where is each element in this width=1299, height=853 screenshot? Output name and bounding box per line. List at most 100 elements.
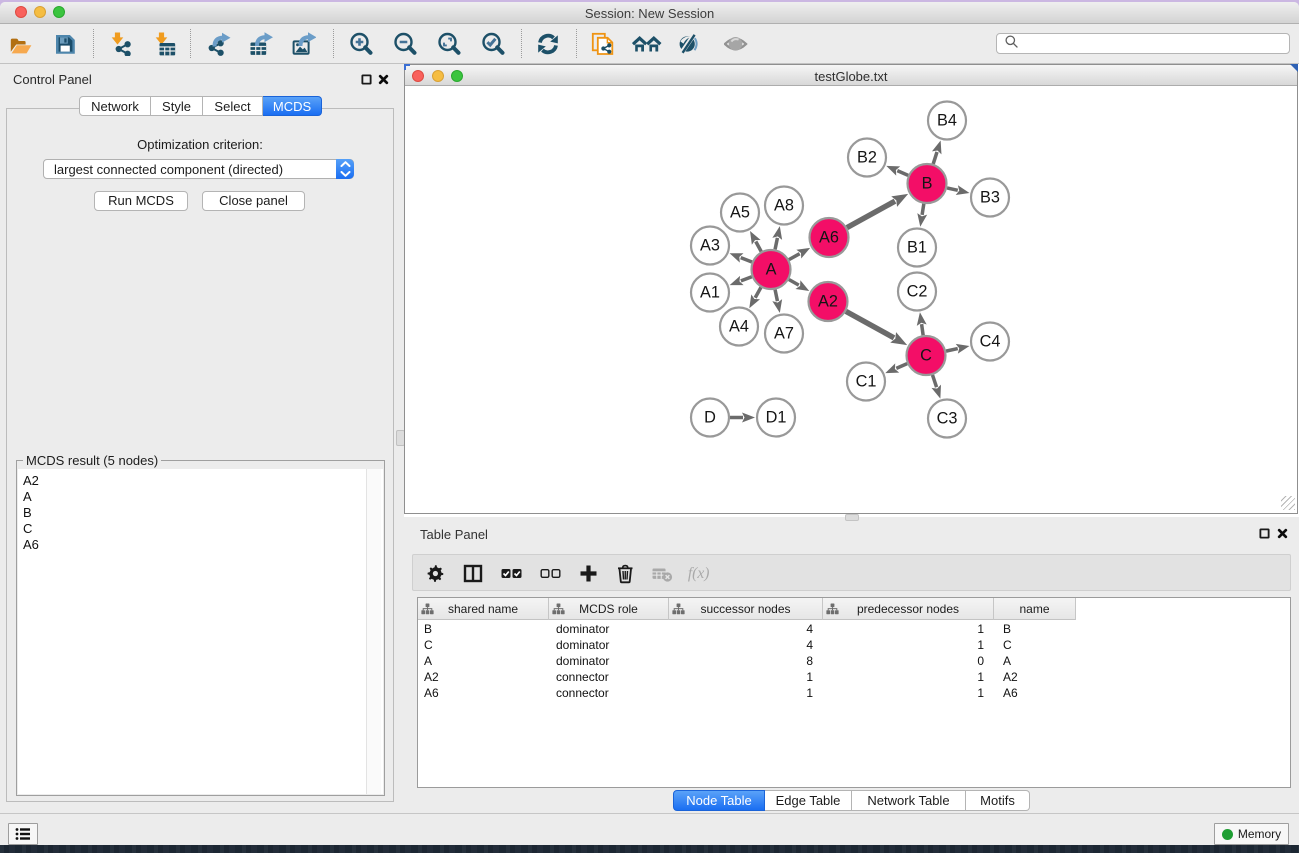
graph-edge-A-A7[interactable] — [772, 290, 782, 313]
zoom-fit-button[interactable] — [432, 24, 466, 64]
search-input[interactable] — [1023, 37, 1289, 51]
close-panel-button[interactable]: Close panel — [202, 191, 305, 211]
graph-node-A[interactable]: A — [752, 250, 791, 289]
graph-node-B1[interactable]: B1 — [898, 229, 936, 267]
zoom-out-button[interactable] — [388, 24, 422, 64]
hide-selected-button[interactable] — [673, 24, 707, 64]
column-header-shared-name[interactable]: shared name — [418, 598, 549, 620]
graph-node-B3[interactable]: B3 — [971, 179, 1009, 217]
save-session-button[interactable] — [48, 24, 82, 64]
tab-motifs[interactable]: Motifs — [966, 790, 1030, 811]
node-table[interactable]: shared nameMCDS rolesuccessor nodesprede… — [417, 597, 1291, 788]
column-header-name[interactable]: name — [994, 598, 1076, 620]
graph-edge-C-C3[interactable] — [932, 375, 941, 399]
import-network-button[interactable] — [104, 24, 138, 64]
select-all-button[interactable] — [495, 555, 527, 591]
graph-node-C3[interactable]: C3 — [928, 400, 966, 438]
result-item[interactable]: A2 — [18, 473, 383, 489]
result-item[interactable]: C — [18, 521, 383, 537]
delete-table-button[interactable] — [646, 555, 678, 591]
graph-node-D[interactable]: D — [691, 399, 729, 437]
graph-edge-A-A1[interactable] — [730, 276, 752, 285]
graph-node-A1[interactable]: A1 — [691, 274, 729, 312]
network-graph-canvas[interactable]: B4B2BB3A8A5A6A3B1AC2A1A2A4A7C4CC1C3DD1 — [405, 87, 1297, 512]
deselect-all-button[interactable] — [534, 555, 566, 591]
graph-edge-A2-C[interactable] — [846, 311, 907, 345]
mcds-result-list[interactable]: A2ABCA6 — [18, 469, 383, 794]
tab-select[interactable]: Select — [203, 96, 263, 116]
graph-node-D1[interactable]: D1 — [757, 399, 795, 437]
horizontal-split-handle[interactable] — [845, 514, 859, 521]
optimization-dropdown[interactable]: largest connected component (directed) — [43, 159, 354, 179]
table-row-A2[interactable]: A2connector11A2 — [418, 669, 1290, 685]
graph-edge-A-A8[interactable] — [772, 226, 782, 249]
graph-node-A6[interactable]: A6 — [810, 218, 849, 257]
split-view-button[interactable] — [457, 555, 489, 591]
network-window-titlebar[interactable]: testGlobe.txt — [405, 65, 1297, 86]
graph-node-C1[interactable]: C1 — [847, 363, 885, 401]
graph-node-B2[interactable]: B2 — [848, 139, 886, 177]
graph-edge-A-A2[interactable] — [789, 280, 809, 291]
export-image-button[interactable] — [287, 24, 321, 64]
export-table-button[interactable] — [244, 24, 278, 64]
graph-edge-C-C1[interactable] — [885, 363, 907, 373]
graph-node-A7[interactable]: A7 — [765, 315, 803, 353]
refresh-button[interactable] — [531, 24, 565, 64]
tab-edge-table[interactable]: Edge Table — [765, 790, 852, 811]
memory-button[interactable]: Memory — [1214, 823, 1289, 845]
table-row-B[interactable]: Bdominator41B — [418, 621, 1290, 637]
graph-edge-C-C4[interactable] — [946, 344, 969, 354]
graph-node-C2[interactable]: C2 — [898, 273, 936, 311]
graph-edge-A6-B[interactable] — [847, 194, 908, 228]
graph-edge-B-B1[interactable] — [917, 204, 927, 227]
show-selected-button[interactable] — [719, 24, 753, 64]
clone-network-button[interactable] — [586, 24, 620, 64]
show-all-button[interactable] — [629, 24, 665, 64]
graph-edge-A-A6[interactable] — [789, 248, 810, 260]
open-session-button[interactable] — [4, 24, 38, 64]
column-header-MCDS-role[interactable]: MCDS role — [549, 598, 669, 620]
graph-edge-D-D1[interactable] — [730, 413, 755, 423]
result-item[interactable]: A — [18, 489, 383, 505]
graph-edge-B-B2[interactable] — [886, 166, 908, 176]
delete-row-button[interactable] — [609, 555, 641, 591]
search-box[interactable] — [996, 33, 1290, 54]
task-history-button[interactable] — [8, 823, 38, 845]
table-float-icon[interactable] — [1259, 528, 1270, 539]
graph-node-A3[interactable]: A3 — [691, 227, 729, 265]
graph-node-A5[interactable]: A5 — [721, 194, 759, 232]
graph-node-B4[interactable]: B4 — [928, 102, 966, 140]
zoom-in-button[interactable] — [344, 24, 378, 64]
tab-node-table[interactable]: Node Table — [673, 790, 765, 811]
tab-network[interactable]: Network — [79, 96, 151, 116]
tab-mcds[interactable]: MCDS — [263, 96, 322, 116]
graph-node-A4[interactable]: A4 — [720, 308, 758, 346]
graph-node-A2[interactable]: A2 — [809, 282, 848, 321]
export-network-button[interactable] — [202, 24, 236, 64]
result-item[interactable]: A6 — [18, 537, 383, 553]
table-row-A[interactable]: Adominator80A — [418, 653, 1290, 669]
table-settings-button[interactable] — [420, 555, 452, 591]
result-scrollbar[interactable] — [366, 469, 381, 794]
horizontal-split-divider[interactable] — [404, 514, 1299, 521]
tab-style[interactable]: Style — [151, 96, 203, 116]
table-row-A6[interactable]: A6connector11A6 — [418, 685, 1290, 701]
import-table-button[interactable] — [148, 24, 182, 64]
float-panel-icon[interactable] — [361, 74, 372, 85]
close-panel-icon[interactable] — [378, 74, 389, 85]
function-builder-button[interactable]: f(x) — [686, 555, 718, 591]
add-row-button[interactable] — [572, 555, 604, 591]
graph-node-B[interactable]: B — [908, 164, 947, 203]
tab-network-table[interactable]: Network Table — [852, 790, 966, 811]
window-resize-grip[interactable] — [1281, 496, 1295, 510]
table-close-icon[interactable] — [1277, 528, 1288, 539]
graph-node-C4[interactable]: C4 — [971, 323, 1009, 361]
graph-edge-A-A4[interactable] — [749, 287, 761, 308]
graph-edge-A-A3[interactable] — [730, 253, 752, 262]
result-item[interactable]: B — [18, 505, 383, 521]
zoom-selected-button[interactable] — [476, 24, 510, 64]
graph-node-A8[interactable]: A8 — [765, 187, 803, 225]
column-header-successor-nodes[interactable]: successor nodes — [669, 598, 823, 620]
graph-edge-B-B4[interactable] — [932, 141, 942, 164]
graph-edge-B-B3[interactable] — [947, 185, 969, 195]
